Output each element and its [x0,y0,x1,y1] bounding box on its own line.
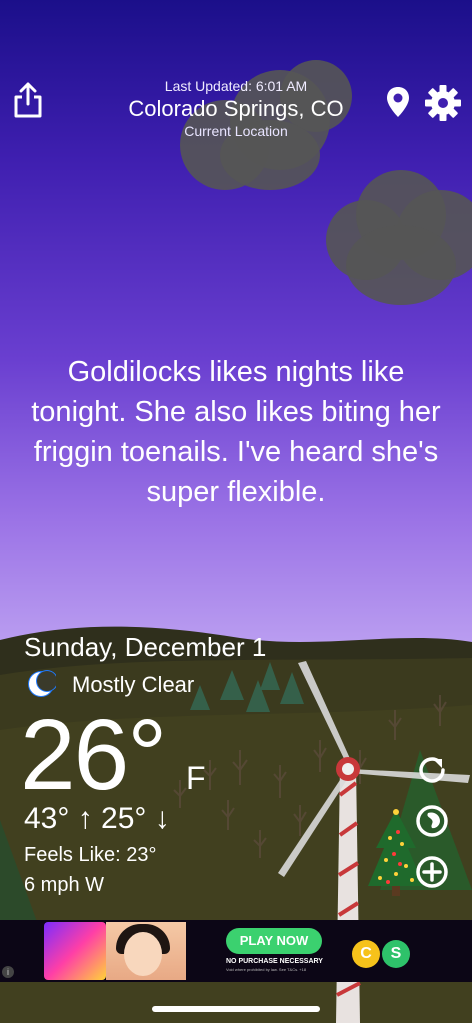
high-low-temperature: 43° ↑ 25° ↓ [24,802,170,835]
ad-info-icon[interactable]: i [2,966,14,978]
location-button[interactable] [384,85,412,119]
wind-text: 6 mph W [24,874,105,896]
gear-icon [425,85,461,121]
ad-face-shape [124,932,162,976]
ad-banner[interactable]: PLAY NOW NO PURCHASE NECESSARY Void wher… [0,920,472,982]
current-location-label: Current Location [184,123,288,139]
date-label: Sunday, December 1 [24,632,267,662]
crescent-moon-icon [26,669,58,699]
weather-quote: Goldilocks likes nights like tonight. Sh… [31,356,441,508]
radar-button[interactable] [414,803,450,839]
radar-icon [416,805,448,837]
location-pin-icon [387,87,409,117]
condition-text: Mostly Clear [72,672,195,697]
refresh-button[interactable] [414,752,450,788]
feels-like-text: Feels Like: 23° [24,844,157,866]
home-indicator[interactable] [152,1006,320,1012]
ad-game-image [44,922,106,980]
ad-coin-c-icon: C [352,940,380,968]
add-location-icon [416,856,448,888]
refresh-icon [419,757,445,783]
ad-person-image [106,922,186,980]
settings-button[interactable] [424,84,462,122]
add-location-button[interactable] [414,854,450,890]
temperature-unit[interactable]: F [186,760,206,797]
ad-fine-print: Void where prohibited by law. See T&Cs. … [226,967,307,972]
ad-disclaimer: NO PURCHASE NECESSARY [226,958,323,965]
ad-coin-s-icon: S [382,940,410,968]
weather-screen: { "header": { "last_updated": "Last Upda… [0,0,472,1023]
cloud-right [326,170,472,305]
ad-play-now-button[interactable]: PLAY NOW [226,928,322,954]
current-temperature: 26° [20,699,167,811]
